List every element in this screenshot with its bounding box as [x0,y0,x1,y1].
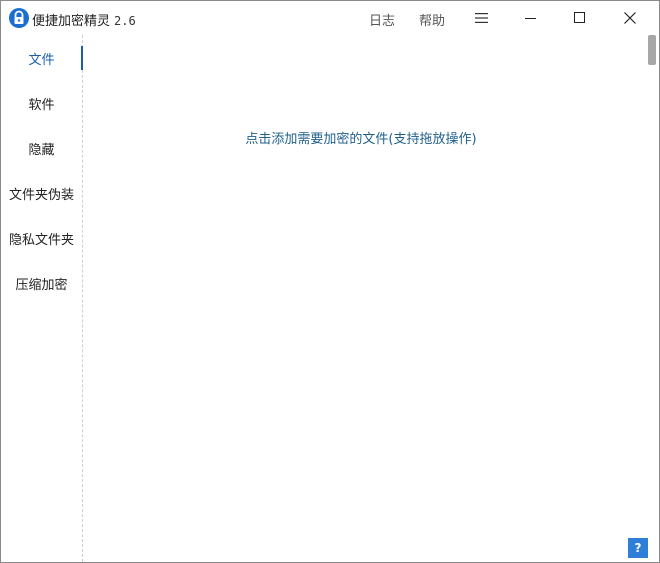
sidebar-item-compress-encrypt[interactable]: 压缩加密 [1,268,82,298]
hamburger-icon [475,9,489,28]
close-icon [624,9,636,28]
sidebar-item-label: 软件 [28,97,55,113]
scroll-thumb[interactable] [648,35,656,65]
sidebar-item-file[interactable]: 文件 [1,43,83,73]
maximize-button[interactable] [557,1,603,35]
sidebar-item-label: 隐藏 [28,142,55,158]
app-window: 便捷加密精灵 2.6 日志 帮助 文件 软件 隐藏 文件夹伪装 隐私文件夹 压缩… [0,0,660,563]
maximize-icon [574,9,586,28]
sidebar: 文件 软件 隐藏 文件夹伪装 隐私文件夹 压缩加密 [1,35,83,562]
menu-button[interactable] [459,1,505,35]
sidebar-item-label: 隐私文件夹 [8,232,74,248]
sidebar-item-private-folder[interactable]: 隐私文件夹 [1,223,82,253]
close-button[interactable] [607,1,653,35]
app-version: 2.6 [114,14,136,28]
minimize-button[interactable] [508,1,554,35]
help-link[interactable]: 帮助 [419,10,445,29]
vertical-scrollbar[interactable] [645,35,659,562]
title-bar[interactable]: 便捷加密精灵 2.6 日志 帮助 [1,1,659,35]
add-files-link[interactable]: 点击添加需要加密的文件(支持拖放操作) [83,128,639,147]
sidebar-item-hide[interactable]: 隐藏 [1,133,82,163]
app-name: 便捷加密精灵 [32,14,111,29]
file-drop-area[interactable]: 点击添加需要加密的文件(支持拖放操作) [83,35,645,562]
sidebar-item-label: 文件 [28,52,55,68]
sidebar-item-label: 文件夹伪装 [8,187,74,203]
log-link[interactable]: 日志 [369,10,395,29]
sidebar-item-software[interactable]: 软件 [1,88,82,118]
sidebar-item-folder-disguise[interactable]: 文件夹伪装 [1,178,82,208]
window-title: 便捷加密精灵 2.6 [32,10,136,29]
sidebar-item-label: 压缩加密 [15,277,68,293]
help-button[interactable]: ? [628,538,648,558]
lock-icon [9,8,29,28]
minimize-icon [525,9,537,28]
